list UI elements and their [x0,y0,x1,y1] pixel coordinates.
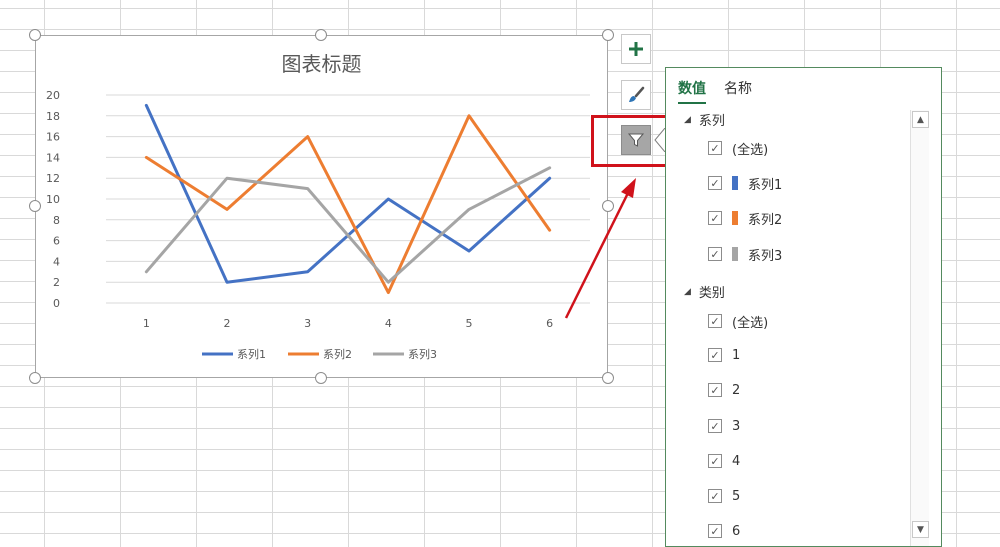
category-item-3[interactable]: ✓ 3 [708,416,740,436]
resize-handle-top[interactable] [315,29,327,41]
series-line-2 [144,114,552,295]
y-tick-label: 12 [46,172,60,185]
category-group-header[interactable]: ◢ 类别 [684,282,725,301]
checkbox-label: (全选) [732,315,769,331]
series-line-1 [144,103,552,284]
tab-values[interactable]: 数值 [678,78,706,104]
paintbrush-icon [629,86,645,102]
x-tick-label: 3 [304,317,311,330]
resize-handle-left[interactable] [29,200,41,212]
checkbox-label: 2 [732,382,741,398]
legend-label: 系列1 [237,347,266,361]
category-item-2[interactable]: ✓ 2 [708,380,740,400]
series-item-3[interactable]: ✓ 系列3 [708,244,782,264]
checkbox-label: 3 [732,418,741,434]
series-item-2[interactable]: ✓ 系列2 [708,208,782,228]
y-tick-label: 16 [46,131,60,144]
category-item-4[interactable]: ✓ 4 [708,451,740,471]
collapse-triangle-icon: ◢ [684,114,691,125]
series-line-3 [144,166,552,284]
collapse-triangle-icon: ◢ [684,286,691,297]
chart-styles-button[interactable] [621,80,651,110]
checkbox-label: 5 [732,488,741,504]
resize-handle-top-left[interactable] [29,29,41,41]
series-group-label: 系列 [698,114,725,129]
checkbox-label: 系列2 [748,212,783,228]
y-tick-label: 14 [46,151,60,164]
checkbox-checked-icon[interactable]: ✓ [708,176,722,190]
x-tick-label: 5 [466,317,473,330]
checkbox-checked-icon[interactable]: ✓ [708,211,722,225]
series-color-swatch [732,176,738,190]
category-item-6[interactable]: ✓ 6 [708,521,740,541]
y-tick-label: 6 [53,235,60,248]
checkbox-checked-icon[interactable]: ✓ [708,314,722,328]
y-tick-label: 18 [46,110,60,123]
x-tick-label: 4 [385,317,392,330]
resize-handle-bottom[interactable] [315,372,327,384]
panel-scrollbar[interactable]: ▲ ▼ [910,110,929,546]
tab-names[interactable]: 名称 [724,78,752,104]
series-group-header[interactable]: ◢ 系列 [684,110,725,129]
category-item-1[interactable]: ✓ 1 [708,345,740,365]
y-tick-label: 20 [46,89,60,102]
category-group-label: 类别 [698,286,725,301]
y-tick-label: 4 [53,255,60,268]
x-tick-label: 1 [143,317,150,330]
scroll-down-button[interactable]: ▼ [912,521,929,538]
checkbox-checked-icon[interactable]: ✓ [708,524,722,538]
checkbox-checked-icon[interactable]: ✓ [708,141,722,155]
x-tick-label: 2 [224,317,231,330]
series-color-swatch [732,211,738,225]
checkbox-label: (全选) [732,142,769,158]
scroll-up-button[interactable]: ▲ [912,111,929,128]
checkbox-label: 6 [732,523,741,539]
line-chart[interactable]: 图表标题 0 2 4 6 8 10 12 14 16 18 20 1 2 3 4 5 6 系列1 系列2 系列3 [35,35,608,378]
chart-filter-panel[interactable]: 数值 名称 ◢ 系列 ✓ (全选) ✓ 系列1 ✓ 系列2 ✓ 系列3 ◢ 类别… [665,67,942,547]
checkbox-label: 系列3 [748,248,783,264]
plus-icon [629,42,643,56]
y-tick-label: 0 [53,297,60,310]
checkbox-checked-icon[interactable]: ✓ [708,383,722,397]
chart-plot: 024681012141618201 2 3 4 5 6系列1 系列2 系列3 [46,89,590,361]
resize-handle-right[interactable] [602,200,614,212]
series-color-swatch [732,247,738,261]
category-item-5[interactable]: ✓ 5 [708,486,740,506]
checkbox-label: 4 [732,453,741,469]
checkbox-checked-icon[interactable]: ✓ [708,454,722,468]
y-tick-label: 10 [46,193,60,206]
legend-label: 系列2 [323,347,352,361]
resize-handle-bottom-left[interactable] [29,372,41,384]
checkbox-checked-icon[interactable]: ✓ [708,419,722,433]
x-tick-label: 6 [546,317,553,330]
chart-elements-button[interactable] [621,34,651,64]
y-tick-label: 2 [53,276,60,289]
checkbox-checked-icon[interactable]: ✓ [708,489,722,503]
series-item-1[interactable]: ✓ 系列1 [708,173,782,193]
y-tick-label: 8 [53,214,60,227]
series-select-all[interactable]: ✓ (全选) [708,138,768,158]
resize-handle-bottom-right[interactable] [602,372,614,384]
resize-handle-top-right[interactable] [602,29,614,41]
checkbox-label: 1 [732,347,741,363]
legend-label: 系列3 [408,347,437,361]
checkbox-checked-icon[interactable]: ✓ [708,348,722,362]
category-select-all[interactable]: ✓ (全选) [708,311,768,331]
checkbox-checked-icon[interactable]: ✓ [708,247,722,261]
checkbox-label: 系列1 [748,177,783,193]
